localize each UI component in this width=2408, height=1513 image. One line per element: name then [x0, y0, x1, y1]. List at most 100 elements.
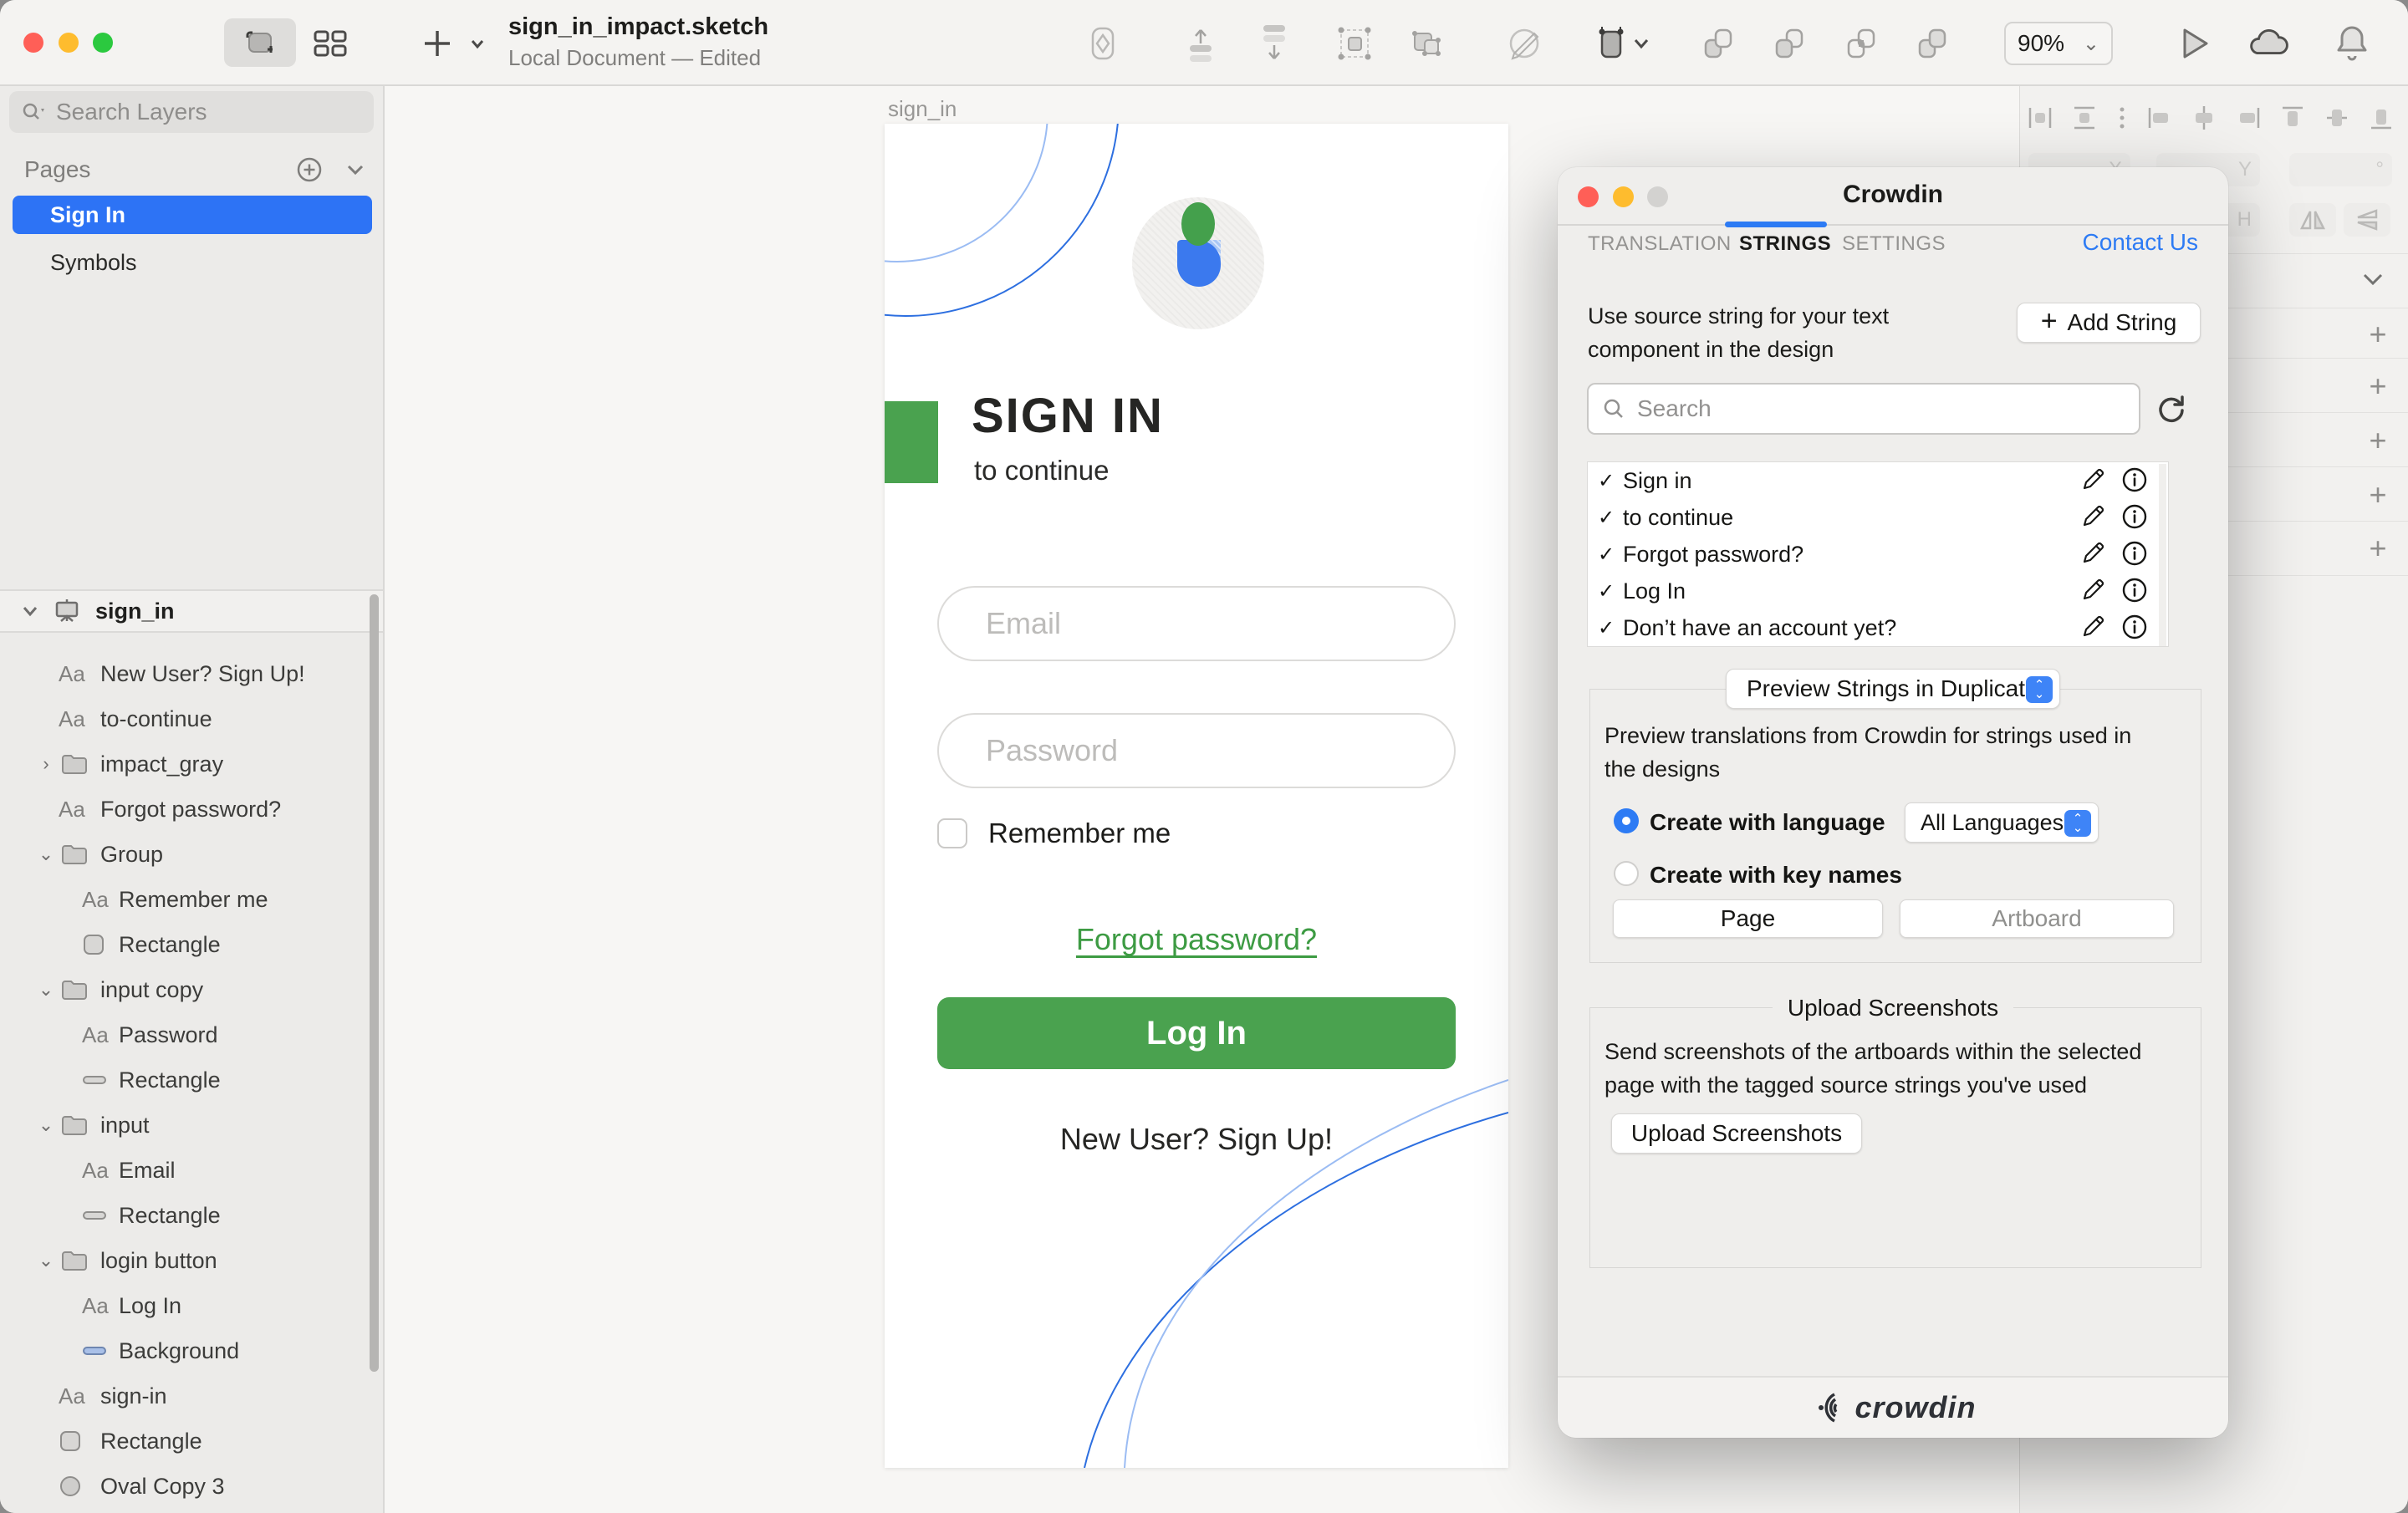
info-icon[interactable] — [2121, 614, 2148, 640]
align-middle-vertical-icon[interactable] — [2322, 101, 2352, 135]
contact-us-link[interactable]: Contact Us — [2083, 229, 2199, 256]
collapse-pages-icon[interactable] — [344, 159, 366, 181]
layer-row[interactable]: AaPassword — [0, 1012, 383, 1057]
create-with-key-names-radio[interactable] — [1614, 861, 1639, 886]
align-center-horizontal-icon[interactable] — [2189, 101, 2219, 135]
fullscreen-window-button[interactable] — [93, 33, 113, 53]
chevron-down-icon[interactable]: ⌄ — [37, 843, 55, 865]
boolean-subtract-icon[interactable] — [1766, 21, 1811, 66]
sidebar-scrollbar[interactable] — [370, 594, 379, 1372]
strings-list-scrollbar[interactable] — [2159, 464, 2166, 646]
chevron-down-icon[interactable]: ⌄ — [37, 1250, 55, 1271]
send-backward-icon[interactable] — [1252, 21, 1297, 66]
add-style-button[interactable]: + — [2361, 317, 2395, 352]
info-icon[interactable] — [2121, 540, 2148, 567]
distribute-horizontally-icon[interactable] — [2025, 101, 2055, 135]
tab-settings[interactable]: SETTINGS — [1842, 232, 1946, 256]
info-icon[interactable] — [2121, 577, 2148, 604]
sidebar-page-symbols[interactable]: Symbols — [50, 250, 137, 276]
search-layers-input[interactable]: Search Layers — [9, 91, 374, 133]
source-string-row[interactable]: ✓to continue — [1588, 499, 2168, 536]
layer-row[interactable]: AaLog In — [0, 1283, 383, 1328]
distribute-vertically-icon[interactable] — [2069, 101, 2099, 135]
layer-row[interactable]: Aato-continue — [0, 696, 383, 741]
tab-strings[interactable]: STRINGS — [1739, 232, 1831, 256]
layer-row[interactable]: Oval Copy 3 — [0, 1464, 383, 1509]
boolean-union-icon[interactable] — [1695, 21, 1740, 66]
edit-pencil-icon[interactable] — [2079, 540, 2106, 567]
align-right-icon[interactable] — [2233, 101, 2263, 135]
zoom-level-select[interactable]: 90% ⌄ — [2004, 22, 2113, 65]
boolean-intersect-icon[interactable] — [1838, 21, 1883, 66]
artboard-layer-header[interactable]: sign_in — [0, 589, 383, 633]
layer-row[interactable]: Aasign-in — [0, 1373, 383, 1419]
layer-row[interactable]: AaForgot password? — [0, 787, 383, 832]
align-left-icon[interactable] — [2145, 101, 2175, 135]
close-window-button[interactable] — [23, 33, 43, 53]
add-page-icon[interactable] — [296, 156, 323, 183]
sidebar-page-sign-in[interactable]: Sign In — [13, 196, 372, 234]
layer-row[interactable]: ⌄login button — [0, 1238, 383, 1283]
forgot-password-link[interactable]: Forgot password? — [885, 922, 1508, 957]
page-button[interactable]: Page — [1613, 899, 1883, 938]
add-blur-button[interactable]: + — [2361, 531, 2395, 566]
layer-row[interactable]: Rectangle — [0, 922, 383, 967]
create-with-language-radio[interactable] — [1614, 808, 1639, 833]
log-in-button[interactable]: Log In — [937, 997, 1456, 1069]
layer-row[interactable]: ⌄input — [0, 1103, 383, 1148]
tab-translation[interactable]: TRANSLATION — [1588, 232, 1732, 256]
artboard-button[interactable]: Artboard — [1900, 899, 2174, 938]
section-collapse-chevron-icon[interactable] — [2356, 267, 2390, 292]
chevron-down-icon[interactable]: ⌄ — [37, 1114, 55, 1136]
source-strings-list[interactable]: ✓Sign in✓to continue✓Forgot password?✓Lo… — [1587, 461, 2169, 647]
remember-me-checkbox[interactable] — [937, 818, 967, 848]
grid-view-icon[interactable] — [308, 21, 353, 66]
flip-vertical-button[interactable] — [2344, 203, 2390, 237]
align-bottom-icon[interactable] — [2366, 101, 2396, 135]
create-symbol-icon[interactable] — [1080, 21, 1125, 66]
edit-shape-icon[interactable] — [1502, 21, 1547, 66]
chevron-right-icon[interactable]: › — [37, 753, 55, 775]
edit-pencil-icon[interactable] — [2079, 577, 2106, 604]
boolean-difference-icon[interactable] — [1909, 21, 1954, 66]
source-string-row[interactable]: ✓Forgot password? — [1588, 536, 2168, 573]
insert-button[interactable] — [415, 21, 460, 66]
edit-pencil-icon[interactable] — [2079, 614, 2106, 640]
preview-play-icon[interactable] — [2172, 21, 2217, 66]
layer-row[interactable]: Rectangle — [0, 1193, 383, 1238]
resize-tool-icon[interactable] — [1587, 21, 1662, 66]
edit-pencil-icon[interactable] — [2079, 503, 2106, 530]
layer-list-view-toggle[interactable] — [224, 18, 296, 67]
more-options-icon[interactable] — [2114, 101, 2130, 135]
strings-search-input[interactable]: Search — [1587, 383, 2140, 435]
refresh-strings-icon[interactable] — [2155, 393, 2186, 425]
insert-chevron-icon[interactable] — [455, 21, 500, 66]
layer-row[interactable]: AaRemember me — [0, 877, 383, 922]
password-field[interactable]: Password — [937, 713, 1456, 788]
edit-pencil-icon[interactable] — [2079, 466, 2106, 493]
layer-row[interactable]: Background — [0, 1328, 383, 1373]
language-select[interactable]: All Languages ⌃⌄ — [1905, 802, 2099, 843]
layer-row[interactable]: Rectangle — [0, 1419, 383, 1464]
preview-strings-dropdown[interactable]: Preview Strings in Duplicate ⌃⌄ — [1726, 669, 2060, 709]
layer-row[interactable]: Rectangle — [0, 1057, 383, 1103]
flip-horizontal-button[interactable] — [2289, 203, 2336, 237]
minimize-window-button[interactable] — [59, 33, 79, 53]
upload-screenshots-button[interactable]: Upload Screenshots — [1611, 1113, 1862, 1154]
source-string-row[interactable]: ✓Don’t have an account yet? — [1588, 609, 2168, 646]
add-shadow-button[interactable]: + — [2361, 477, 2395, 512]
email-field[interactable]: Email — [937, 586, 1456, 661]
layer-row[interactable]: ›impact_gray — [0, 741, 383, 787]
add-string-button[interactable]: + Add String — [2017, 303, 2201, 343]
group-icon[interactable] — [1332, 21, 1377, 66]
layer-row[interactable]: ⌄Group — [0, 832, 383, 877]
add-fill-button[interactable]: + — [2361, 369, 2395, 404]
chevron-down-icon[interactable]: ⌄ — [37, 979, 55, 1001]
source-string-row[interactable]: ✓Sign in — [1588, 462, 2168, 499]
layer-row[interactable]: AaNew User? Sign Up! — [0, 651, 383, 696]
layer-row[interactable]: AaEmail — [0, 1148, 383, 1193]
rotation-field[interactable]: ° — [2289, 153, 2392, 186]
info-icon[interactable] — [2121, 503, 2148, 530]
align-top-icon[interactable] — [2278, 101, 2308, 135]
source-string-row[interactable]: ✓Log In — [1588, 573, 2168, 609]
